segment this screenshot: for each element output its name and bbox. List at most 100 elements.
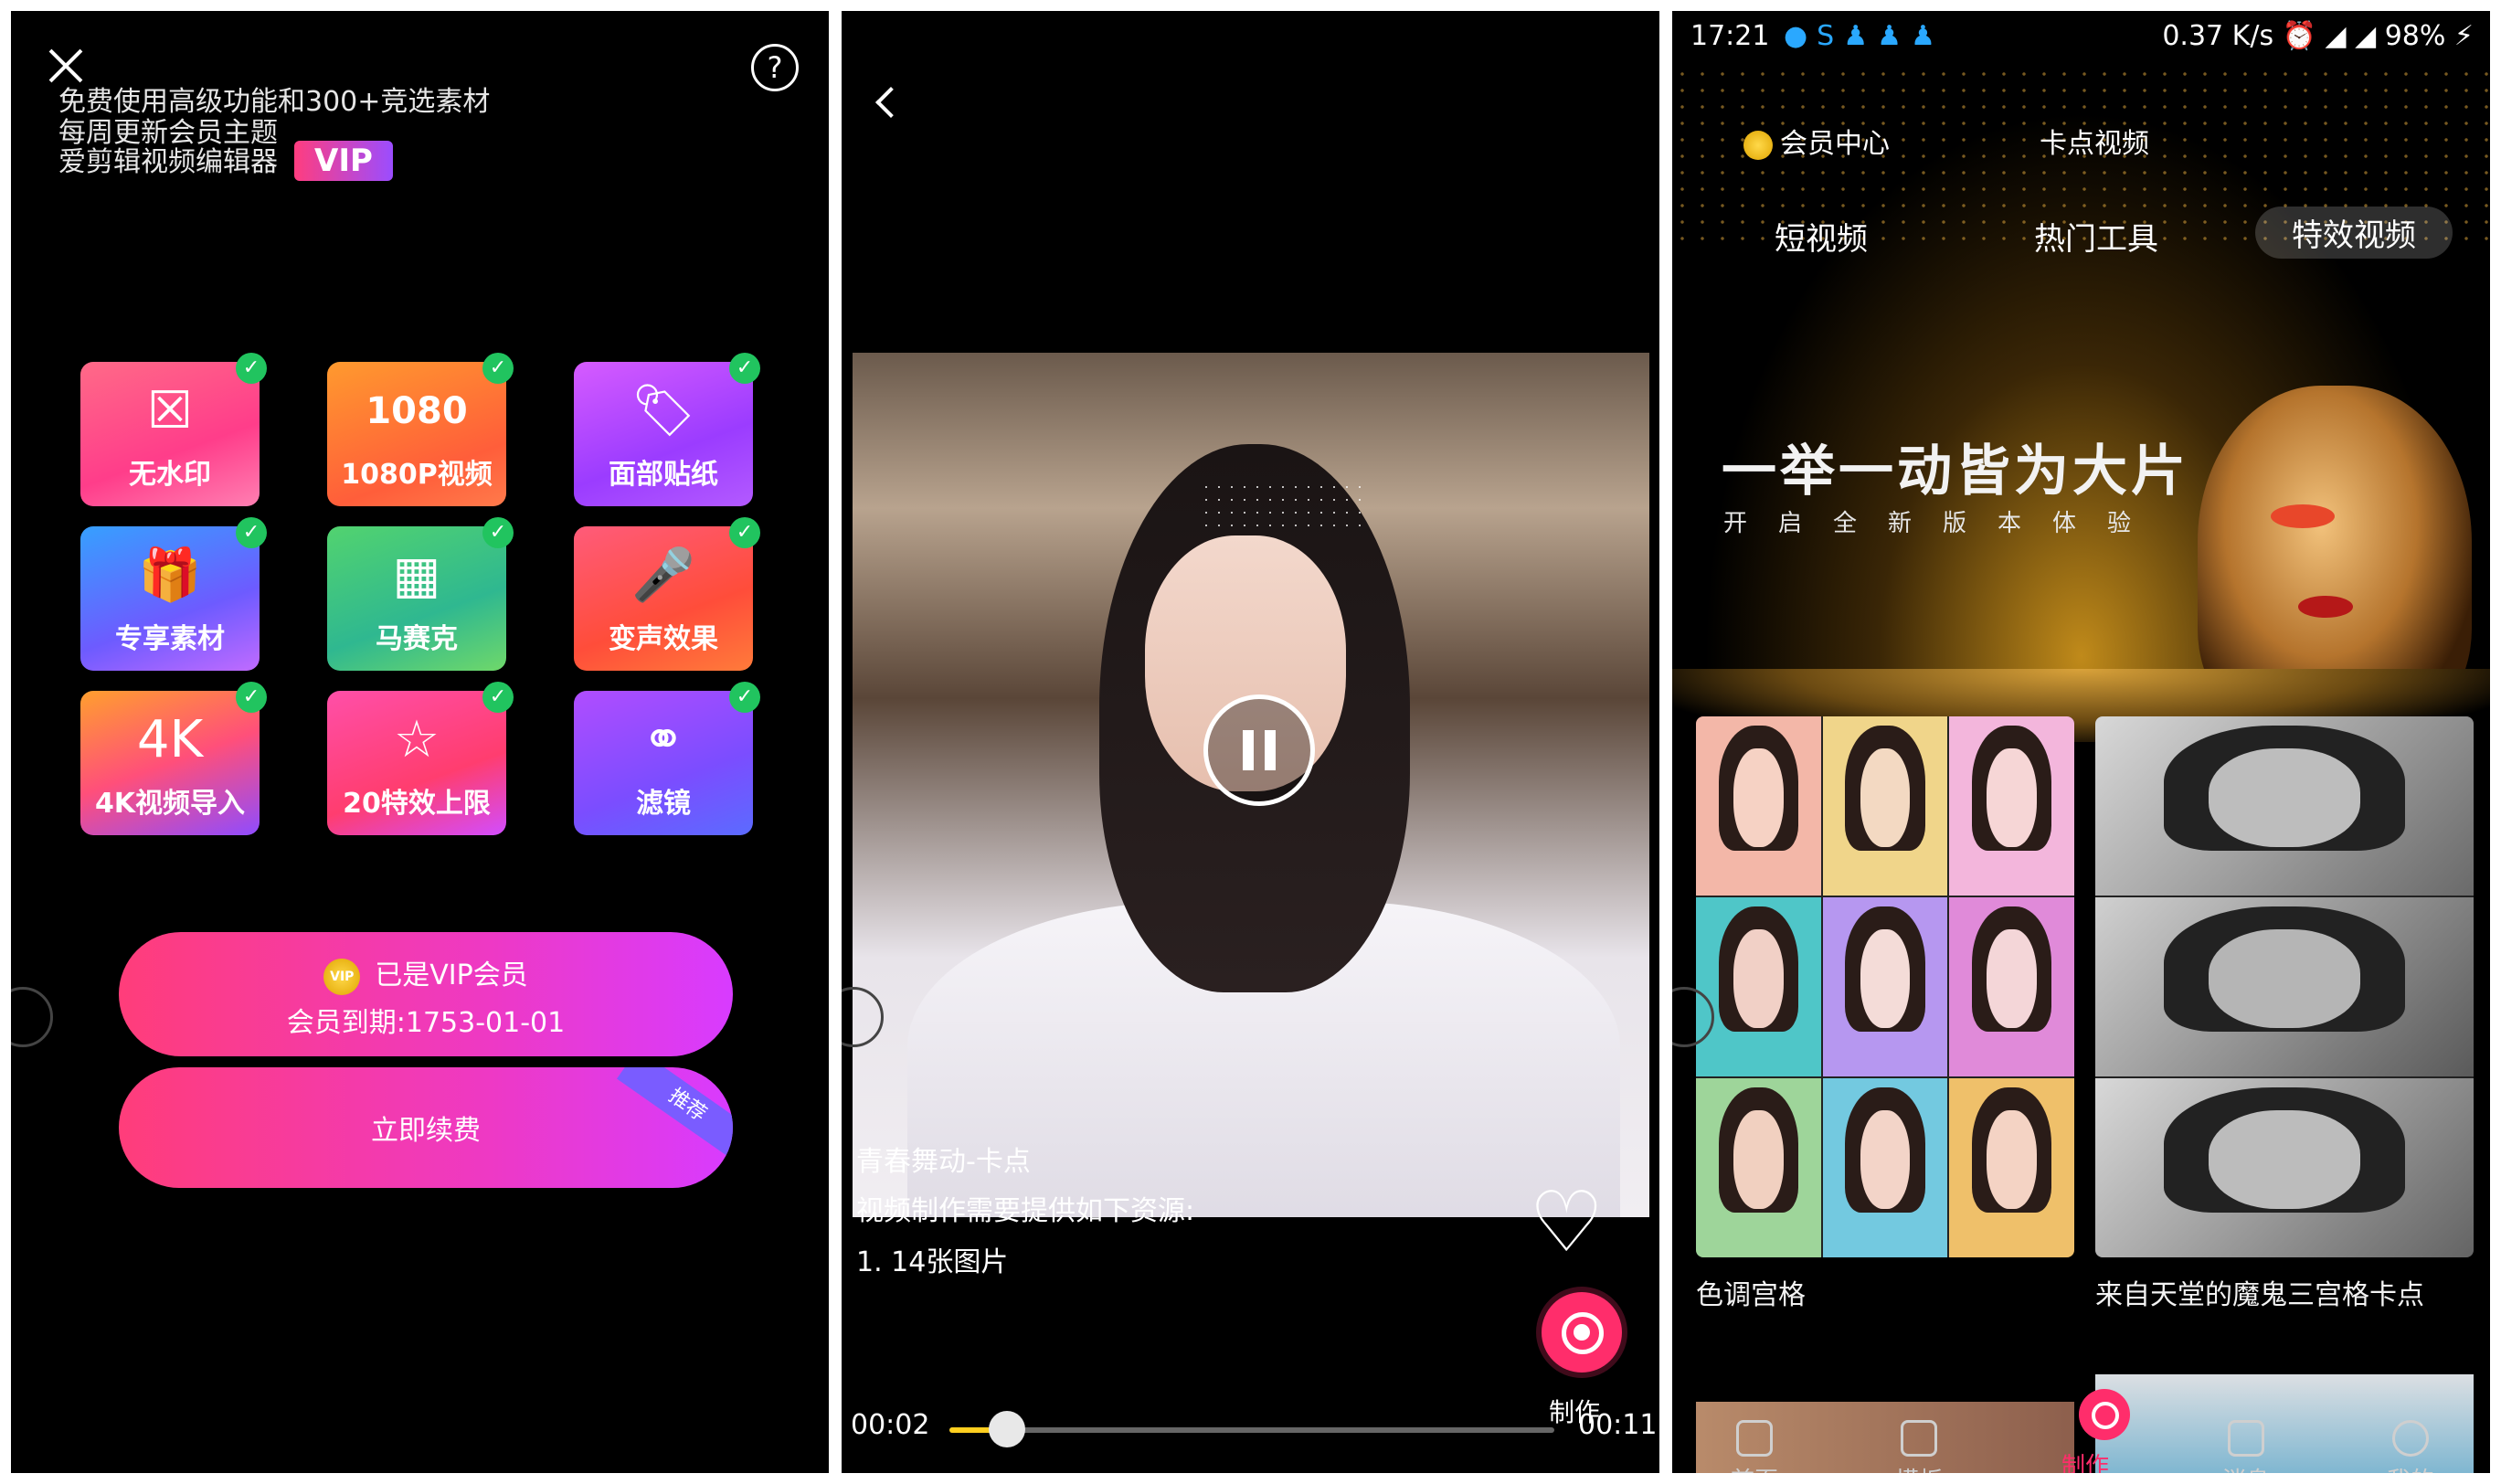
help-icon[interactable]: ?: [751, 44, 799, 91]
tile-label: 专享素材: [115, 623, 225, 655]
vip-feature-tile[interactable]: ☆ 20特效上限 ✓: [327, 682, 514, 835]
4k-icon: 4K: [136, 710, 204, 769]
renew-button[interactable]: 立即续费 推荐: [119, 1067, 733, 1188]
current-time: 00:02: [851, 1409, 930, 1441]
pause-icon[interactable]: [1203, 694, 1315, 806]
tab-label: 模板: [1895, 1468, 1943, 1473]
member-status: 已是VIP会员: [375, 959, 528, 991]
vip-badge: VIP: [294, 141, 393, 181]
medal-icon: [1743, 130, 1773, 160]
gift-icon: 🎁: [138, 546, 202, 605]
mosaic-icon: ▦: [392, 546, 441, 605]
check-icon: ✓: [729, 682, 760, 713]
vip-screen: ? 免费使用高级功能和300+竞选素材 每周更新会员主题 爱剪辑视频编辑器 VIP…: [11, 11, 829, 1473]
video-crown-sparkles: [1200, 481, 1364, 535]
check-icon: ✓: [236, 353, 267, 384]
tab-label: 我的: [2387, 1468, 2434, 1473]
feature-line: 爱剪辑视频编辑器 VIP: [58, 139, 393, 181]
make-button[interactable]: [1542, 1292, 1622, 1373]
home-screen: 17:21 ●S♟♟♟ 0.37 K/s ⏰ ◢ ◢ 98% ⚡ 会员中心 卡点…: [1672, 11, 2490, 1473]
model-lip: [2298, 596, 2353, 618]
nav-label: 会员中心: [1780, 128, 1890, 160]
tab-messages[interactable]: 消息: [2200, 1420, 2292, 1473]
template-card-devil-grid[interactable]: [2095, 716, 2474, 1257]
banner-slogan: 一举一动皆为大片: [1722, 440, 2189, 504]
tile-label: 马赛克: [376, 623, 458, 655]
tile-label: 无水印: [129, 459, 211, 491]
thumb-cell: [1949, 897, 2074, 1076]
profile-icon: [2392, 1420, 2429, 1457]
vip-feature-tile[interactable]: ☒ 无水印 ✓: [80, 353, 267, 506]
tile-label: 20特效上限: [343, 788, 491, 820]
message-icon: [2228, 1420, 2264, 1457]
card-title: 来自天堂的魔鬼三宫格卡点: [2095, 1279, 2424, 1311]
back-icon[interactable]: [875, 87, 906, 118]
heart-icon[interactable]: ♡: [1529, 1181, 1604, 1265]
vip-feature-tile[interactable]: ⚭ 滤镜 ✓: [574, 682, 760, 835]
tab-templates[interactable]: 模板: [1873, 1420, 1965, 1473]
member-status-row: VIP 已是VIP会员: [119, 952, 733, 995]
tile-label: 4K视频导入: [94, 788, 246, 820]
vip-feature-tile[interactable]: 1080 1080P视频 ✓: [327, 353, 514, 506]
vip-feature-tile[interactable]: 🎁 专享素材 ✓: [80, 517, 267, 671]
tab-label: 消息: [2222, 1468, 2270, 1473]
tab-profile[interactable]: 我的: [2365, 1420, 2456, 1473]
template-icon: [1901, 1420, 1937, 1457]
vip-feature-tile[interactable]: 🏷 面部贴纸 ✓: [574, 353, 760, 506]
progress-knob[interactable]: [988, 1411, 1025, 1447]
check-icon: ✓: [236, 517, 267, 548]
thumb-cell: [1696, 1078, 1821, 1257]
tab-home[interactable]: 首页: [1709, 1420, 1800, 1473]
medal-icon: VIP: [323, 958, 361, 995]
thumb-cell: [1822, 1078, 1948, 1257]
thumb-cell: [1949, 1078, 2074, 1257]
tile-label: 1080P视频: [341, 459, 493, 491]
vip-feature-tile[interactable]: 🎤 变声效果 ✓: [574, 517, 760, 671]
microphone-icon: 🎤: [631, 546, 695, 605]
check-icon: ✓: [482, 517, 514, 548]
thumb-cell: [2095, 716, 2474, 896]
face-sticker-icon: 🏷: [631, 381, 696, 440]
status-right: 0.37 K/s ⏰ ◢ ◢ 98% ⚡: [2162, 20, 2474, 52]
tile-label: 变声效果: [609, 623, 718, 655]
progress-slider[interactable]: [949, 1411, 1554, 1447]
tab-short-video[interactable]: 短视频: [1775, 214, 1868, 259]
member-status-button[interactable]: VIP 已是VIP会员 会员到期:1753-01-01: [119, 932, 733, 1056]
tab-hot-tools[interactable]: 热门工具: [2034, 214, 2158, 259]
card-title: 色调宫格: [1696, 1279, 1806, 1311]
tab-label: 首页: [1731, 1468, 1778, 1473]
vip-feature-tile[interactable]: 4K 4K视频导入 ✓: [80, 682, 267, 835]
member-expiry: 会员到期:1753-01-01: [286, 1007, 566, 1039]
star-icon: ☆: [393, 710, 440, 769]
vip-feature-tile[interactable]: ▦ 马赛克 ✓: [327, 517, 514, 671]
overlay-desc: 视频制作需要提供如下资源:: [856, 1195, 1195, 1227]
thumb-cell: [1949, 716, 2074, 896]
filter-icon: ⚭: [641, 710, 685, 769]
nav-beat-video[interactable]: 卡点视频: [2040, 121, 2149, 161]
thumb-cell: [1822, 716, 1948, 896]
nav-member-center[interactable]: 会员中心: [1743, 121, 1890, 161]
floating-bug-icon[interactable]: [11, 987, 53, 1047]
video-preview[interactable]: [853, 353, 1649, 1217]
check-icon: ✓: [236, 682, 267, 713]
thumb-cell: [1696, 897, 1821, 1076]
status-bar: 17:21 ●S♟♟♟ 0.37 K/s ⏰ ◢ ◢ 98% ⚡: [1672, 11, 2490, 66]
check-icon: ✓: [482, 353, 514, 384]
status-time: 17:21: [1690, 20, 1770, 52]
renew-label: 立即续费: [371, 1115, 481, 1147]
no-watermark-icon: ☒: [146, 381, 194, 440]
player-screen: 青春舞动-卡点 视频制作需要提供如下资源: 1. 14张图片 ♡ 制作 00:0…: [842, 11, 1659, 1473]
tab-make[interactable]: 制作: [2040, 1447, 2131, 1473]
make-tab-icon[interactable]: [2079, 1389, 2130, 1440]
tile-label: 滤镜: [636, 788, 691, 820]
thumb-cell: [1822, 897, 1948, 1076]
thumb-cell: [2095, 1078, 2474, 1257]
template-card-color-grid[interactable]: [1696, 716, 2074, 1257]
tab-effect-video[interactable]: 特效视频: [2255, 207, 2453, 259]
total-time: 00:11: [1578, 1409, 1658, 1441]
tile-label: 面部贴纸: [609, 459, 718, 491]
banner-subtitle: 开启全新版本体验: [1723, 510, 2163, 537]
bottom-tabbar: 首页 模板 制作 消息 我的: [1672, 1365, 2490, 1473]
model-eye: [2271, 504, 2335, 528]
check-icon: ✓: [482, 682, 514, 713]
